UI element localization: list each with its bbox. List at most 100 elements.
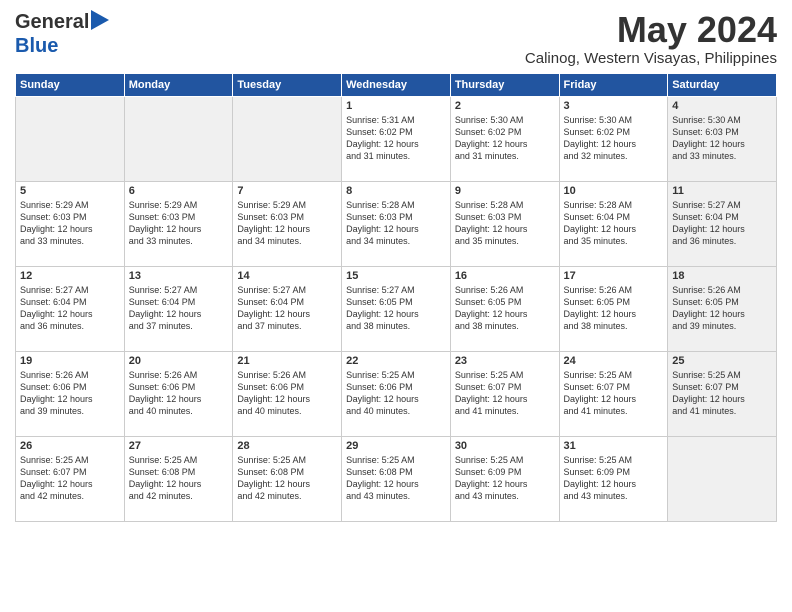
day-number: 24: [564, 355, 664, 367]
weekday-header-cell: Sunday: [16, 73, 125, 96]
logo-blue-text: Blue: [15, 35, 58, 57]
day-number: 26: [20, 440, 120, 452]
cell-line: Sunset: 6:05 PM: [346, 296, 446, 308]
cell-line: Sunset: 6:09 PM: [564, 466, 664, 478]
cell-line: Sunrise: 5:31 AM: [346, 114, 446, 126]
calendar-week-row: 19Sunrise: 5:26 AMSunset: 6:06 PMDayligh…: [16, 351, 777, 436]
cell-line: and 33 minutes.: [20, 235, 120, 247]
calendar-cell: 15Sunrise: 5:27 AMSunset: 6:05 PMDayligh…: [342, 266, 451, 351]
cell-line: Sunset: 6:03 PM: [672, 126, 772, 138]
logo-arrow-icon: [91, 10, 109, 35]
cell-line: Sunset: 6:08 PM: [129, 466, 229, 478]
day-number: 7: [237, 185, 337, 197]
weekday-header-cell: Friday: [559, 73, 668, 96]
cell-line: and 38 minutes.: [564, 320, 664, 332]
cell-line: Sunrise: 5:25 AM: [564, 369, 664, 381]
cell-line: Sunrise: 5:25 AM: [20, 454, 120, 466]
cell-line: Sunset: 6:06 PM: [346, 381, 446, 393]
cell-line: Sunset: 6:06 PM: [237, 381, 337, 393]
cell-line: and 42 minutes.: [129, 490, 229, 502]
cell-line: Sunrise: 5:28 AM: [346, 199, 446, 211]
calendar-week-row: 5Sunrise: 5:29 AMSunset: 6:03 PMDaylight…: [16, 181, 777, 266]
cell-line: Sunrise: 5:25 AM: [237, 454, 337, 466]
day-number: 25: [672, 355, 772, 367]
cell-line: and 37 minutes.: [129, 320, 229, 332]
cell-content: Sunrise: 5:25 AMSunset: 6:07 PMDaylight:…: [455, 369, 555, 418]
cell-line: Daylight: 12 hours: [129, 223, 229, 235]
logo: General Blue: [15, 10, 109, 58]
day-number: 29: [346, 440, 446, 452]
cell-line: Sunrise: 5:29 AM: [20, 199, 120, 211]
cell-content: Sunrise: 5:25 AMSunset: 6:07 PMDaylight:…: [20, 454, 120, 503]
cell-line: and 37 minutes.: [237, 320, 337, 332]
cell-line: and 40 minutes.: [129, 405, 229, 417]
cell-line: Sunrise: 5:26 AM: [455, 284, 555, 296]
cell-content: Sunrise: 5:27 AMSunset: 6:04 PMDaylight:…: [129, 284, 229, 333]
calendar-cell: 21Sunrise: 5:26 AMSunset: 6:06 PMDayligh…: [233, 351, 342, 436]
cell-line: Sunset: 6:03 PM: [129, 211, 229, 223]
cell-content: Sunrise: 5:28 AMSunset: 6:03 PMDaylight:…: [455, 199, 555, 248]
calendar-cell: 25Sunrise: 5:25 AMSunset: 6:07 PMDayligh…: [668, 351, 777, 436]
cell-line: and 31 minutes.: [346, 150, 446, 162]
cell-line: Sunset: 6:04 PM: [564, 211, 664, 223]
cell-line: and 39 minutes.: [20, 405, 120, 417]
cell-line: Sunset: 6:03 PM: [455, 211, 555, 223]
cell-line: Daylight: 12 hours: [346, 478, 446, 490]
cell-line: Sunrise: 5:29 AM: [237, 199, 337, 211]
day-number: 20: [129, 355, 229, 367]
cell-line: Daylight: 12 hours: [237, 393, 337, 405]
cell-line: Daylight: 12 hours: [237, 478, 337, 490]
calendar-cell: 1 Sunrise: 5:31 AMSunset: 6:02 PMDaylight…: [342, 96, 451, 181]
day-number: 31: [564, 440, 664, 452]
cell-line: and 40 minutes.: [346, 405, 446, 417]
cell-line: Sunrise: 5:25 AM: [672, 369, 772, 381]
cell-content: Sunrise: 5:27 AMSunset: 6:05 PMDaylight:…: [346, 284, 446, 333]
cell-line: Daylight: 12 hours: [20, 223, 120, 235]
cell-line: Daylight: 12 hours: [564, 478, 664, 490]
calendar-cell: 22Sunrise: 5:25 AMSunset: 6:06 PMDayligh…: [342, 351, 451, 436]
cell-content: Sunrise: 5:26 AMSunset: 6:05 PMDaylight:…: [455, 284, 555, 333]
cell-line: Sunset: 6:03 PM: [237, 211, 337, 223]
cell-line: Sunrise: 5:25 AM: [346, 454, 446, 466]
day-number: 23: [455, 355, 555, 367]
cell-line: Daylight: 12 hours: [455, 223, 555, 235]
cell-content: Sunrise: 5:28 AMSunset: 6:04 PMDaylight:…: [564, 199, 664, 248]
weekday-header-cell: Saturday: [668, 73, 777, 96]
day-number: 8: [346, 185, 446, 197]
cell-line: and 41 minutes.: [455, 405, 555, 417]
calendar-cell: 19Sunrise: 5:26 AMSunset: 6:06 PMDayligh…: [16, 351, 125, 436]
cell-line: and 38 minutes.: [455, 320, 555, 332]
calendar-week-row: 1 Sunrise: 5:31 AMSunset: 6:02 PMDaylight…: [16, 96, 777, 181]
cell-line: Daylight: 12 hours: [129, 393, 229, 405]
calendar-cell: 6Sunrise: 5:29 AMSunset: 6:03 PMDaylight…: [124, 181, 233, 266]
day-number: 1: [346, 100, 446, 112]
location-title: Calinog, Western Visayas, Philippines: [525, 50, 777, 67]
day-number: 13: [129, 270, 229, 282]
cell-line: Sunrise: 5:25 AM: [346, 369, 446, 381]
weekday-header-row: SundayMondayTuesdayWednesdayThursdayFrid…: [16, 73, 777, 96]
cell-line: Sunrise: 5:27 AM: [129, 284, 229, 296]
cell-line: Daylight: 12 hours: [20, 308, 120, 320]
calendar-week-row: 26 Sunrise: 5:25 AMSunset: 6:07 PMDayligh…: [16, 436, 777, 521]
cell-content: Sunrise: 5:26 AMSunset: 6:06 PMDaylight:…: [237, 369, 337, 418]
calendar-cell: [124, 96, 233, 181]
cell-line: Sunset: 6:05 PM: [672, 296, 772, 308]
cell-line: Daylight: 12 hours: [129, 478, 229, 490]
cell-line: Sunset: 6:05 PM: [455, 296, 555, 308]
calendar-cell: [16, 96, 125, 181]
weekday-header-cell: Thursday: [450, 73, 559, 96]
cell-line: Daylight: 12 hours: [346, 138, 446, 150]
cell-line: Daylight: 12 hours: [129, 308, 229, 320]
cell-line: Sunrise: 5:26 AM: [20, 369, 120, 381]
cell-content: Sunrise: 5:25 AMSunset: 6:08 PMDaylight:…: [346, 454, 446, 503]
cell-line: Sunrise: 5:27 AM: [237, 284, 337, 296]
day-number: 22: [346, 355, 446, 367]
cell-line: and 42 minutes.: [237, 490, 337, 502]
cell-line: and 34 minutes.: [346, 235, 446, 247]
day-number: 28: [237, 440, 337, 452]
calendar-cell: 30Sunrise: 5:25 AMSunset: 6:09 PMDayligh…: [450, 436, 559, 521]
calendar-cell: 24Sunrise: 5:25 AMSunset: 6:07 PMDayligh…: [559, 351, 668, 436]
cell-content: Sunrise: 5:31 AMSunset: 6:02 PMDaylight:…: [346, 114, 446, 163]
cell-line: Sunset: 6:04 PM: [129, 296, 229, 308]
cell-content: Sunrise: 5:29 AMSunset: 6:03 PMDaylight:…: [237, 199, 337, 248]
